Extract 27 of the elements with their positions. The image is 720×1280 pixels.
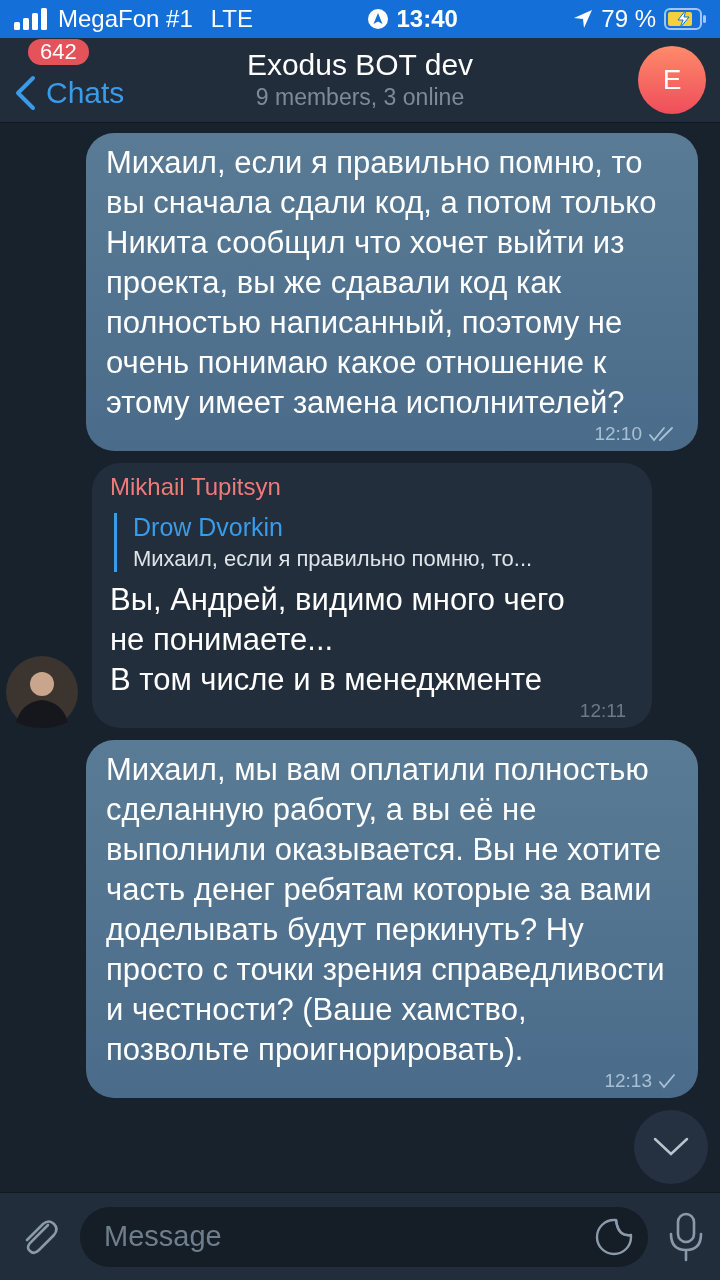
sticker-icon[interactable] [594, 1216, 634, 1257]
chevron-down-icon [653, 1137, 689, 1157]
group-avatar[interactable]: E [638, 46, 706, 114]
location-arrow-icon [573, 9, 594, 29]
sender-name: Mikhail Tupitsyn [110, 473, 282, 501]
unread-count-badge: 642 [28, 39, 89, 65]
message-time: 12:13 [604, 1070, 652, 1092]
reply-text: Михаил, если я правильно помню, то... [133, 546, 534, 572]
battery-percent: 79 % [601, 5, 656, 33]
back-chevron-icon [14, 75, 36, 111]
back-button[interactable]: Chats [0, 75, 125, 111]
message-text: Вы, Андрей, видимо много чего не понимаете... В том числе и в менеджменте [110, 581, 566, 699]
message-text: Михаил, если я правильно помню, то вы сначала сдали код, а потом только Никита сообщил что хочет выйти из проекта, вы же сдавали код как полностью написанный, поэтому не очень понимаю какое отношение к этому имеет замена исполнителей? [106, 144, 658, 422]
message-text: Михаил, мы вам оплатили полностью сделанную работу, а вы её не выполнили оказывается. Вы не хотите часть денег ребятам которые за вами доделывать будут перкинуть? Ну просто с точки зрения справедливости и честности? (Ваше хамство, позвольте проигнорировать). [106, 751, 666, 1069]
message-time: 12:11 [579, 700, 626, 722]
clock-time: 13:40 [396, 5, 458, 33]
message-time: 12:10 [594, 423, 642, 445]
navigation-icon [368, 9, 389, 29]
carrier-name: MegaFon #1 [58, 5, 193, 33]
reply-quote[interactable]: Drow Dvorkin Михаил, если я правильно помню, то... [114, 513, 632, 572]
avatar [6, 656, 78, 728]
signal-icon [14, 8, 50, 30]
reply-author: Drow Dvorkin [133, 513, 285, 542]
network-type: LTE [210, 5, 253, 33]
chat-subtitle: 9 members, 3 online [255, 84, 465, 111]
chat-title: Exodus BOT dev [246, 48, 474, 82]
message-input-field[interactable]: Message [80, 1206, 648, 1267]
